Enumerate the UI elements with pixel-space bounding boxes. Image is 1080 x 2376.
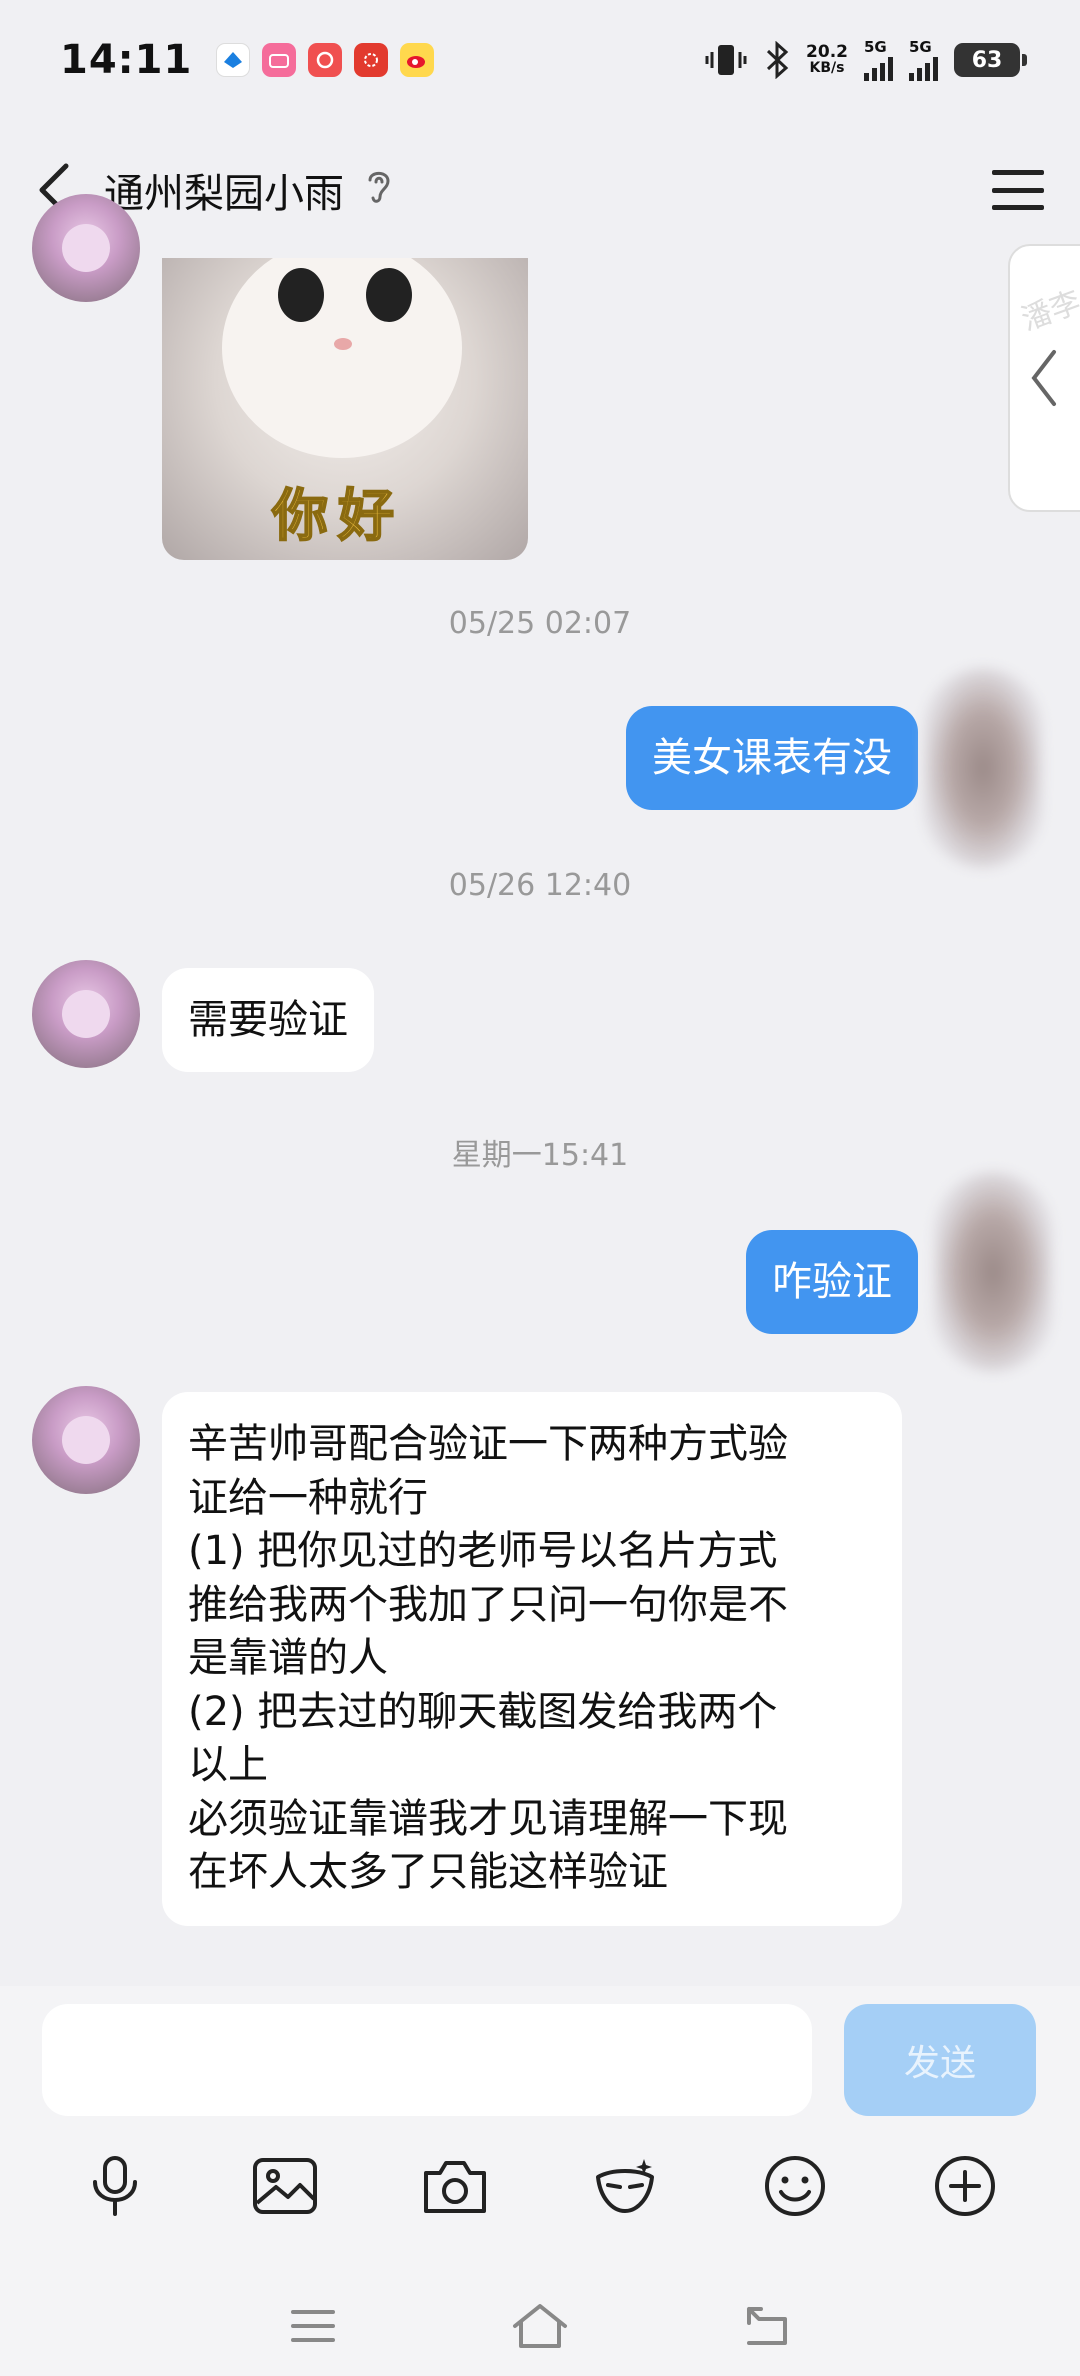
- microphone-icon[interactable]: [79, 2150, 151, 2222]
- timestamp: 05/26 12:40: [448, 868, 632, 903]
- bluetooth-icon: [767, 41, 789, 79]
- message-line: 证给一种就行: [188, 1474, 428, 1521]
- weibo-icon: [400, 43, 435, 77]
- contact-avatar[interactable]: [32, 960, 140, 1068]
- self-avatar[interactable]: [934, 1172, 1052, 1372]
- contact-avatar[interactable]: [32, 194, 140, 302]
- side-drawer-tab[interactable]: 潘李: [1008, 244, 1080, 512]
- chevron-left-icon: [1031, 350, 1056, 406]
- outgoing-message[interactable]: 咋验证: [746, 1230, 918, 1334]
- status-bar: 14:11 20.2 KB/s 5G 5G 63: [0, 0, 1080, 120]
- nav-menu-icon[interactable]: [283, 2296, 343, 2356]
- chat-header: 通州梨园小雨: [0, 130, 1080, 250]
- timestamp: 星期一15:41: [451, 1138, 629, 1173]
- incoming-message-long[interactable]: 辛苦帅哥配合验证一下两种方式验 证给一种就行 (1) 把你见过的老师号以名片方式…: [162, 1392, 902, 1926]
- camera-icon[interactable]: [419, 2150, 491, 2222]
- signal-bars-icon: [909, 55, 938, 81]
- contact-avatar[interactable]: [32, 1386, 140, 1494]
- side-tab-ghost-text: 潘李: [1017, 284, 1080, 338]
- outgoing-message[interactable]: 美女课表有没: [626, 706, 918, 810]
- self-avatar[interactable]: [924, 668, 1042, 868]
- bird-app-icon: [216, 43, 251, 77]
- message-line: (1) 把你见过的老师号以名片方式: [188, 1528, 778, 1574]
- sticker-image[interactable]: 你好: [162, 258, 528, 560]
- send-button[interactable]: 发送: [844, 2004, 1036, 2116]
- message-input[interactable]: [42, 2004, 812, 2116]
- signal-1: 5G: [864, 37, 893, 81]
- message-line: 辛苦帅哥配合验证一下两种方式验: [188, 1421, 788, 1467]
- signal-bars-icon: [864, 55, 893, 81]
- message-line: (2) 把去过的聊天截图发给我两个: [188, 1688, 778, 1735]
- sticker-text: 你好: [271, 483, 404, 550]
- nav-home-icon[interactable]: [510, 2296, 570, 2356]
- signal-2-label: 5G: [909, 37, 932, 56]
- image-icon[interactable]: [249, 2150, 321, 2222]
- nav-back-icon[interactable]: [737, 2296, 797, 2356]
- message-line: 必须验证靠谱我才见请理解一下现: [188, 1795, 788, 1842]
- timestamp: 05/25 02:07: [448, 606, 632, 641]
- menu-icon[interactable]: [992, 170, 1044, 210]
- message-line: 推给我两个我加了只问一句你是不: [188, 1581, 788, 1628]
- news-app-icon: [354, 43, 389, 77]
- net-speed: 20.2 KB/s: [806, 42, 848, 77]
- incoming-message[interactable]: 需要验证: [162, 968, 374, 1072]
- status-time: 14:11: [60, 37, 193, 83]
- message-line: 是靠谱的人: [188, 1635, 388, 1681]
- ear-icon[interactable]: [364, 166, 394, 215]
- signal-1-label: 5G: [864, 37, 887, 56]
- chat-title[interactable]: 通州梨园小雨: [104, 161, 344, 219]
- mask-sticker-icon[interactable]: [589, 2150, 661, 2222]
- system-indicators: 20.2 KB/s 5G 5G 63: [704, 37, 1027, 81]
- signal-2: 5G: [909, 37, 938, 81]
- emoji-icon[interactable]: [759, 2150, 831, 2222]
- music-app-icon: [308, 43, 343, 77]
- message-line: 在坏人太多了只能这样验证: [188, 1849, 668, 1895]
- system-nav-bar: [0, 2276, 1080, 2376]
- message-line: 以上: [188, 1742, 268, 1788]
- battery-indicator: 63: [954, 43, 1027, 77]
- notification-icons: [216, 43, 435, 77]
- net-speed-unit: KB/s: [809, 60, 845, 76]
- vibrate-icon: [705, 45, 747, 75]
- net-speed-value: 20.2: [806, 42, 848, 62]
- cat-face: [222, 258, 462, 458]
- composer-area: 发送: [0, 1986, 1080, 2376]
- composer-toolbar: [0, 2136, 1080, 2236]
- bilibili-icon: [262, 43, 297, 77]
- add-circle-icon[interactable]: [929, 2150, 1001, 2222]
